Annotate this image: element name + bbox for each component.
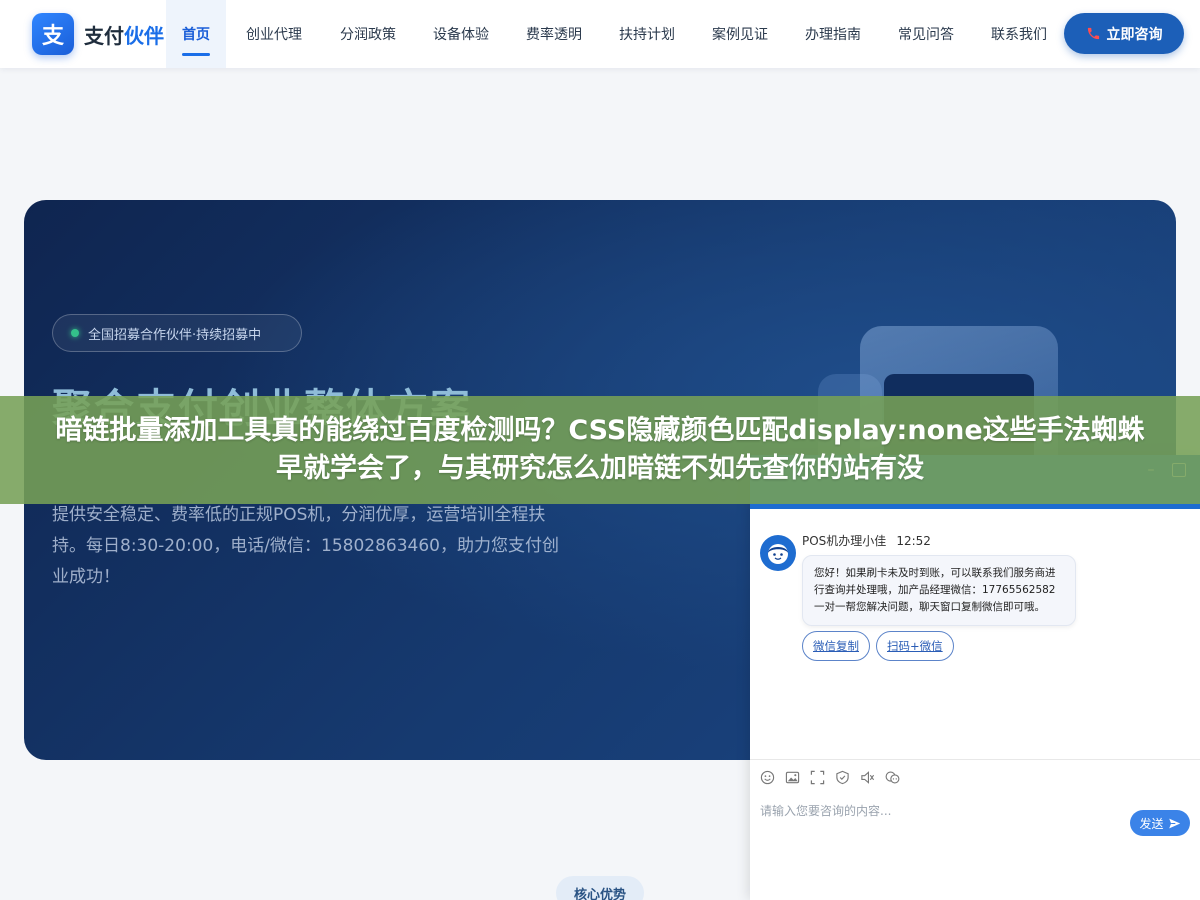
nav-rate[interactable]: 费率透明 (508, 0, 600, 68)
site-header: 支 支付伙伴 首页 创业代理 分润政策 设备体验 费率透明 扶持计划 案例见证 … (0, 0, 1200, 68)
nav-cases[interactable]: 案例见证 (694, 0, 786, 68)
main-nav: 首页 创业代理 分润政策 设备体验 费率透明 扶持计划 案例见证 办理指南 常见… (166, 0, 1066, 68)
consult-label: 立即咨询 (1106, 26, 1163, 43)
phone-icon (1087, 27, 1099, 40)
agent-face-icon (768, 544, 788, 564)
chat-widget: – POS机办理小佳12:52 您好！如果刷卡未及时到账，可以联系我们服务商进行… (750, 455, 1200, 900)
rating-icon[interactable] (835, 770, 850, 785)
section-tag-core-advantages: 核心优势 (556, 876, 644, 900)
consult-button[interactable]: 立即咨询 (1064, 13, 1184, 54)
agent-avatar (760, 535, 796, 571)
mute-icon[interactable] (860, 770, 875, 785)
emoji-icon[interactable] (760, 770, 775, 785)
recruit-pill-text: 全国招募合作伙伴·持续招募中 (88, 327, 262, 343)
screenshot-icon[interactable] (810, 770, 825, 785)
logo-text-main: 支付 (84, 23, 124, 48)
article-title-banner: 暗链批量添加工具真的能绕过百度检测吗？CSS隐藏颜色匹配display:none… (0, 396, 1200, 504)
message-actions: 微信复制 扫码+微信 (802, 631, 954, 661)
chat-composer: 请输入您要咨询的内容... 发送 (750, 759, 1200, 900)
message-meta: POS机办理小佳 12:52 (802, 532, 931, 549)
nav-contact[interactable]: 联系我们 (972, 0, 1066, 68)
logo-text: 支付伙伴 (84, 20, 164, 49)
logo[interactable]: 支 支付伙伴 (32, 12, 164, 56)
status-dot-icon (71, 329, 79, 337)
copy-wechat-button[interactable]: 微信复制 (802, 631, 870, 661)
transfer-icon[interactable] (885, 770, 900, 785)
send-button[interactable]: 发送 (1130, 810, 1190, 836)
chat-toolbar (760, 770, 900, 785)
recruit-pill: 全国招募合作伙伴·持续招募中 (52, 314, 302, 352)
nav-agency[interactable]: 创业代理 (226, 0, 322, 68)
nav-faq[interactable]: 常见问答 (880, 0, 972, 68)
nav-device-trial[interactable]: 设备体验 (414, 0, 508, 68)
message-bubble: 您好！如果刷卡未及时到账，可以联系我们服务商进行查询并处理哦，加产品经理微信：1… (802, 555, 1076, 626)
logo-badge: 支 (32, 13, 74, 55)
agent-name: POS机办理小佳 (802, 534, 887, 548)
article-title: 暗链批量添加工具真的能绕过百度检测吗？CSS隐藏颜色匹配display:none… (55, 415, 1145, 484)
scan-wechat-button[interactable]: 扫码+微信 (876, 631, 954, 661)
send-icon (1168, 818, 1180, 828)
send-label: 发送 (1139, 816, 1164, 831)
logo-text-accent: 伙伴 (124, 23, 164, 48)
nav-guide[interactable]: 办理指南 (786, 0, 880, 68)
chat-messages: POS机办理小佳 12:52 您好！如果刷卡未及时到账，可以联系我们服务商进行查询… (750, 509, 1200, 759)
nav-home[interactable]: 首页 (166, 0, 226, 68)
hero-description: 提供安全稳定、费率低的正规POS机，分润优厚，运营培训全程扶持。每日8:30-2… (52, 505, 560, 587)
image-icon[interactable] (785, 770, 800, 785)
message-time: 12:52 (896, 534, 931, 548)
nav-profit-policy[interactable]: 分润政策 (322, 0, 414, 68)
nav-support-plan[interactable]: 扶持计划 (600, 0, 694, 68)
chat-input[interactable]: 请输入您要咨询的内容... (760, 802, 891, 819)
